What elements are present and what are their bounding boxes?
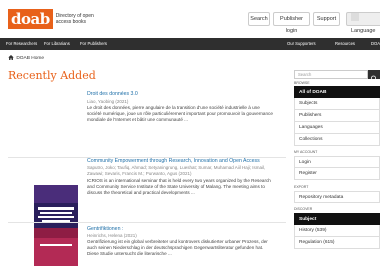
support-button[interactable]: Support [313,12,340,26]
breadcrumb[interactable]: DOAB Home [8,55,44,61]
sidebar-item-all-of-doab[interactable]: All of DOAB [294,86,380,98]
nav-resources[interactable]: Resources [335,38,355,50]
discover-item-history[interactable]: History (539) [294,225,380,237]
book-meta: Liao, Yaobing (2021) [87,99,129,104]
nav-doab[interactable]: DOAB [371,38,380,50]
export-label: EXPORT [294,185,309,189]
sidebar-search-input[interactable]: Search [294,70,368,79]
book-cover-image [34,228,78,266]
logo-tagline: Directory of open access books [55,13,94,25]
nav-for-researchers[interactable]: For Researchers [6,38,37,50]
nav-our-supporters[interactable]: Our Supporters [287,38,316,50]
sidebar-item-publishers[interactable]: Publishers [294,110,380,122]
breadcrumb-home[interactable]: DOAB Home [16,56,44,61]
language-label: Language [351,28,376,34]
publisher-login-button[interactable]: Publisher login [273,12,310,34]
logo-mark: doab [8,9,53,29]
book-title-link[interactable]: Gentrifiktionen : [87,226,123,232]
doab-logo[interactable]: doab Directory of open access books [8,7,96,31]
top-bar: doab Directory of open access books Sear… [0,0,380,38]
language-selector[interactable]: Language [346,12,380,34]
sidebar-item-login[interactable]: Login [294,156,380,168]
page-title: Recently Added [8,69,96,82]
discover-label: DISCOVER [294,207,313,211]
discover-subject-header[interactable]: Subject [294,213,380,225]
search-icon [371,75,377,82]
item-divider [8,222,286,223]
home-icon [8,55,14,60]
discover-item-regulation[interactable]: Regulation (615) [294,237,380,249]
book-description: Le droit des données, pierre angulaire d… [87,105,273,122]
sidebar-item-register[interactable]: Register [294,168,380,180]
book-cover-thumbnail[interactable] [34,92,78,150]
main-nav: For Researchers For Librarians For Publi… [0,38,380,50]
browse-label: BROWSE [294,81,310,85]
globe-icon [351,13,359,21]
book-cover-thumbnail[interactable] [34,228,78,266]
nav-for-librarians[interactable]: For Librarians [44,38,70,50]
sidebar-item-subjects[interactable]: Subjects [294,98,380,110]
sidebar-item-collections[interactable]: Collections [294,134,380,146]
book-description: ICRIOS is an international seminar that … [87,178,271,195]
book-meta: Saputro, Joko; Taufiq, Ahmad; Setyaningr… [87,165,266,176]
my-account-label: MY ACCOUNT [294,150,318,154]
sidebar-item-repository-metadata[interactable]: Repository metadata [294,191,380,203]
book-description: Gentrifizierung ist ein global verbreite… [87,239,268,256]
book-meta: Heinrichs, Helena (2021) [87,233,137,238]
search-button[interactable]: Search [248,12,270,26]
sidebar-search-button[interactable] [368,70,380,82]
sidebar-item-languages[interactable]: Languages [294,122,380,134]
book-title-link[interactable]: Droit des données 3.0 [87,91,138,97]
book-title-link[interactable]: Community Empowerment through Research, … [87,158,260,164]
nav-for-publishers[interactable]: For Publishers [80,38,107,50]
